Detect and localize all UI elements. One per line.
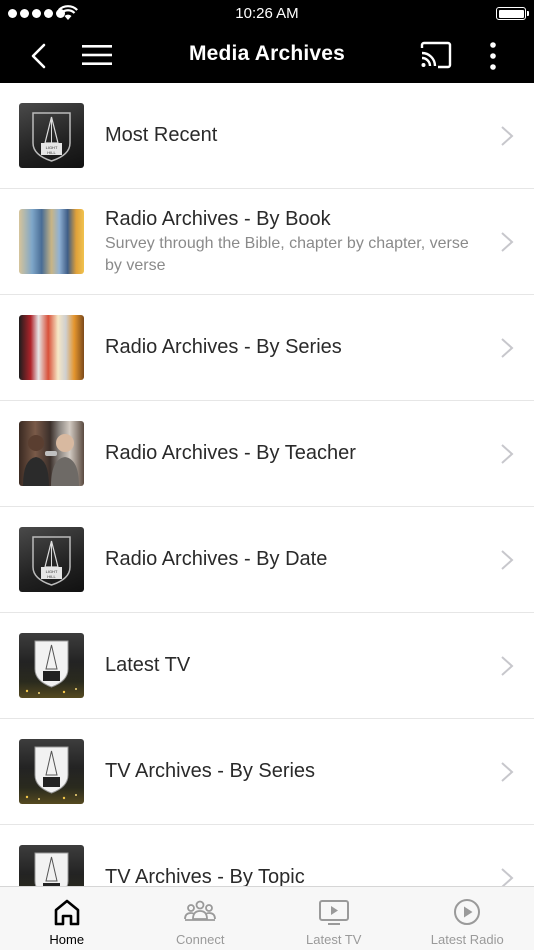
chevron-right-icon <box>501 761 514 782</box>
svg-text:HILL: HILL <box>47 150 56 155</box>
list-item-radio-by-series[interactable]: Radio Archives - By Series <box>0 295 534 401</box>
list-item-tv-by-topic[interactable]: TV Archives - By Topic <box>0 825 534 886</box>
cast-icon[interactable] <box>418 40 454 70</box>
series-thumbnail <box>19 315 84 380</box>
menu-icon[interactable] <box>80 41 114 69</box>
tab-label: Connect <box>176 932 225 947</box>
list-item-title: TV Archives - By Series <box>105 760 316 782</box>
tv-logo-thumbnail <box>19 739 84 804</box>
light-of-the-hill-logo-thumbnail: LIGHT HILL <box>19 103 84 168</box>
list-item-tv-by-series[interactable]: TV Archives - By Series <box>0 719 534 825</box>
list-item-title: Radio Archives - By Series <box>105 336 342 358</box>
chevron-right-icon <box>501 337 514 358</box>
tv-logo-thumbnail <box>19 633 84 698</box>
list-item-title: Radio Archives - By Date <box>105 548 328 570</box>
list-item-latest-tv[interactable]: Latest TV <box>0 613 534 719</box>
battery-icon <box>496 7 529 20</box>
list-item-title: Radio Archives - By Book <box>105 207 331 230</box>
list-item-title: TV Archives - By Topic <box>105 866 305 886</box>
list-item-title: Latest TV <box>105 654 191 676</box>
back-icon[interactable] <box>24 40 56 72</box>
people-icon <box>184 900 217 921</box>
list-item-title: Radio Archives - By Teacher <box>105 442 356 464</box>
home-icon <box>54 899 80 926</box>
tab-connect[interactable]: Connect <box>134 887 268 950</box>
tab-label: Latest Radio <box>430 932 504 947</box>
tv-icon <box>318 900 349 925</box>
list-item-title: Most Recent <box>105 124 218 146</box>
chevron-right-icon <box>501 655 514 676</box>
list-item-radio-by-teacher[interactable]: Radio Archives - By Teacher <box>0 401 534 507</box>
play-circle-icon <box>454 899 481 925</box>
bottom-tab-bar: Home Connect Latest TV Latest Radio <box>0 886 534 950</box>
chevron-right-icon <box>501 125 514 146</box>
teachers-photo-thumbnail <box>19 421 84 486</box>
light-of-the-hill-logo-thumbnail: LIGHT HILL <box>19 527 84 592</box>
chevron-right-icon <box>501 549 514 570</box>
list-item-radio-by-date[interactable]: LIGHT HILL Radio Archives - By Date <box>0 507 534 613</box>
nav-bar: Media Archives <box>0 28 534 83</box>
status-time: 10:26 AM <box>235 5 299 22</box>
tab-latest-tv[interactable]: Latest TV <box>267 887 401 950</box>
tv-logo-thumbnail <box>19 845 84 886</box>
tab-label: Latest TV <box>306 932 362 947</box>
tab-latest-radio[interactable]: Latest Radio <box>401 887 534 950</box>
more-options-icon[interactable] <box>482 38 504 74</box>
list-item-subtitle: Survey through the Bible, chapter by cha… <box>105 234 469 274</box>
tab-home[interactable]: Home <box>0 887 134 950</box>
chevron-right-icon <box>501 867 514 886</box>
chevron-right-icon <box>501 443 514 464</box>
status-bar: 10:26 AM <box>0 0 534 28</box>
tab-label: Home <box>49 932 85 947</box>
svg-text:HILL: HILL <box>47 574 56 579</box>
chevron-right-icon <box>501 231 514 252</box>
media-archives-list: LIGHT HILL Most Recent Radio Archives - … <box>0 83 534 886</box>
list-item-radio-by-book[interactable]: Radio Archives - By Book Survey through … <box>0 189 534 295</box>
list-item-most-recent[interactable]: LIGHT HILL Most Recent <box>0 83 534 189</box>
bible-books-thumbnail <box>19 209 84 274</box>
